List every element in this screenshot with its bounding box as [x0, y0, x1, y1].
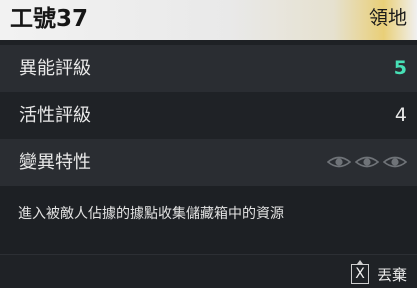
stat-label: 異能評級 — [19, 58, 91, 79]
eye-icon — [327, 156, 351, 168]
item-tooltip-panel: 工號37 領地 異能評級 5 活性評級 4 變異特性 進入被敵人佔據的據點收集儲… — [0, 0, 417, 288]
discard-label: 丟棄 — [376, 265, 407, 284]
discard-button[interactable]: X 丟棄 — [350, 260, 407, 286]
trait-icons — [327, 154, 407, 170]
item-header: 工號37 領地 — [0, 0, 417, 40]
eye-icon — [383, 156, 407, 168]
item-description: 進入被敵人佔據的據點收集儲藏箱中的資源 — [18, 206, 284, 222]
item-title: 工號37 — [10, 6, 89, 32]
stat-row-mutation-traits: 變異特性 — [0, 139, 417, 186]
stat-value: 4 — [394, 104, 407, 126]
stat-label: 變異特性 — [19, 152, 91, 173]
stat-label: 活性評級 — [19, 105, 91, 126]
description-area: 進入被敵人佔據的據點收集儲藏箱中的資源 — [0, 186, 417, 254]
stat-row-activity-rating: 活性評級 4 — [0, 92, 417, 139]
action-bar: X 丟棄 — [0, 254, 417, 288]
stat-value: 5 — [393, 57, 407, 79]
item-category-tag: 領地 — [368, 7, 407, 29]
key-prompt-icon: X — [350, 260, 369, 284]
stat-row-ability-rating: 異能評級 5 — [0, 45, 417, 92]
eye-icon — [355, 156, 379, 168]
